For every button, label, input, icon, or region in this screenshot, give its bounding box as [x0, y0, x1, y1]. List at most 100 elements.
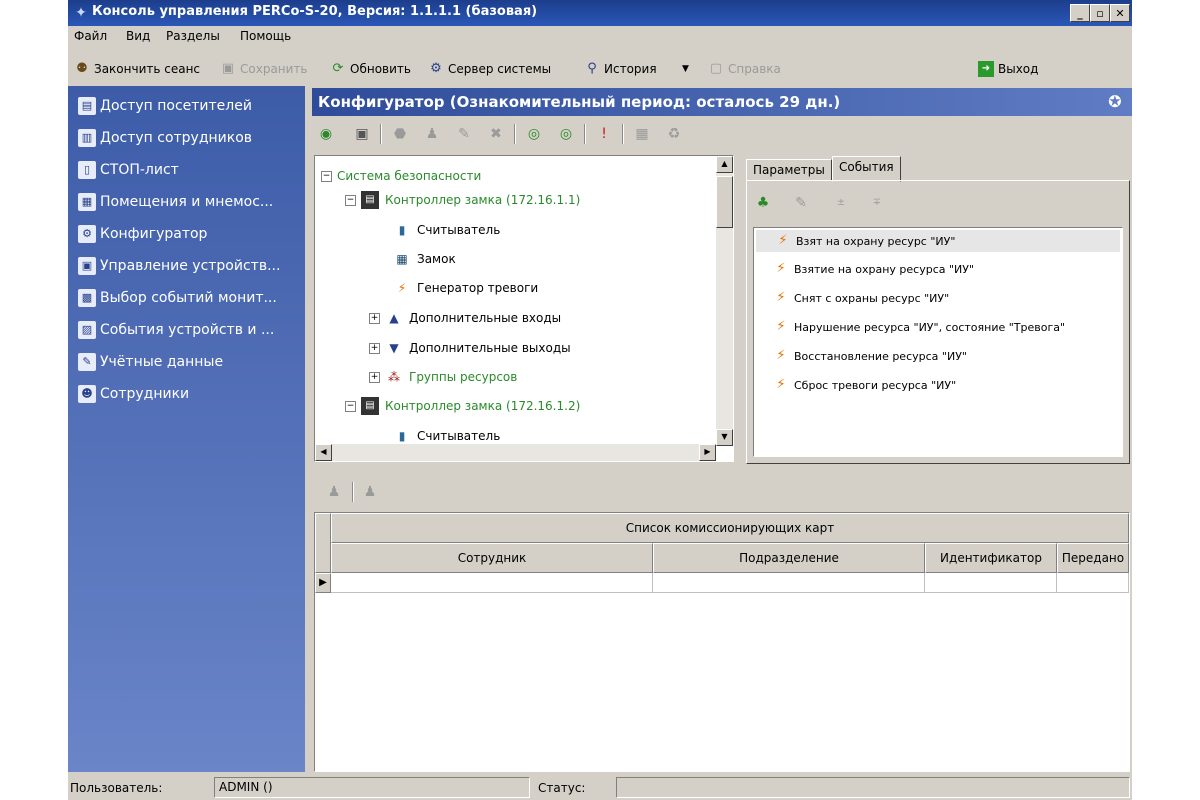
expand-icon[interactable]: +	[369, 312, 380, 324]
layout-icon[interactable]: ▦	[630, 122, 654, 146]
table-cell[interactable]	[653, 573, 925, 593]
alarm-event-icon: ⚡	[776, 319, 786, 334]
tree-node-reader[interactable]: ▮ Считыватель	[393, 220, 501, 240]
sidebar-item-device-events[interactable]: ▨ События устройств и ...	[78, 318, 274, 342]
move-down-icon[interactable]: ∓	[865, 191, 889, 215]
sidebar-item-credentials[interactable]: ✎ Учётные данные	[78, 350, 223, 374]
column-header-department[interactable]: Подразделение	[653, 543, 925, 573]
add-card-icon[interactable]: ♟	[322, 480, 346, 504]
list-item[interactable]: ⚡ Снят с охраны ресурс "ИУ"	[772, 287, 949, 309]
tree-node-reader[interactable]: ▮ Считыватель	[393, 426, 501, 446]
menu-view[interactable]: Вид	[126, 29, 150, 43]
help-button[interactable]: ▢ Справка	[708, 56, 781, 82]
tree-node-label: Контроллер замка (172.16.1.2)	[385, 399, 581, 413]
menu-help[interactable]: Помощь	[240, 29, 291, 43]
save-button[interactable]: ▣ Сохранить	[220, 56, 308, 82]
alarm-event-icon: ⚡	[776, 377, 786, 392]
collapse-icon[interactable]: −	[345, 194, 356, 206]
sidebar-item-device-control[interactable]: ▣ Управление устройств...	[78, 254, 280, 278]
user-value: ADMIN ()	[214, 777, 530, 798]
maximize-button[interactable]: ▫	[1090, 4, 1110, 22]
expand-icon[interactable]: +	[369, 342, 380, 354]
title-bar[interactable]: ✦ Консоль управления PERCo-S-20, Версия:…	[68, 0, 1132, 26]
event-label: Сброс тревоги ресурса "ИУ"	[794, 378, 957, 392]
sidebar-item-employees[interactable]: ☻ Сотрудники	[78, 382, 189, 406]
sidebar-item-rooms[interactable]: ▦ Помещения и мнемос...	[78, 190, 273, 214]
tree-node-extra-outputs[interactable]: + ▼ Дополнительные выходы	[369, 338, 571, 358]
history-button[interactable]: ⚲ История	[584, 56, 657, 82]
sidebar-item-label: Помещения и мнемос...	[100, 194, 274, 210]
sidebar-item-stop-list[interactable]: ▯ СТОП-лист	[78, 158, 179, 182]
history-dropdown[interactable]: ▼	[682, 56, 689, 82]
tree-node-controller[interactable]: − ▤ Контроллер замка (172.16.1.1)	[345, 190, 580, 210]
tab-parameters[interactable]: Параметры	[746, 159, 832, 181]
list-item[interactable]: ⚡ Нарушение ресурса "ИУ", состояние "Тре…	[772, 316, 1065, 338]
sidebar-item-employee-access[interactable]: ▥ Доступ сотрудников	[78, 126, 252, 150]
edit-icon[interactable]: ✎	[452, 122, 476, 146]
connect-icon[interactable]: ◉	[314, 122, 338, 146]
help-icon[interactable]: ✪	[1104, 92, 1126, 112]
tree-vertical-scrollbar[interactable]: ▲ ▼	[716, 156, 733, 446]
tree-node-lock[interactable]: ▦ Замок	[393, 249, 455, 269]
menu-sections[interactable]: Разделы	[166, 29, 220, 43]
alarm-event-icon: ⚡	[778, 233, 788, 248]
minimize-button[interactable]: _	[1070, 4, 1090, 22]
tab-events[interactable]: События	[832, 156, 901, 182]
scroll-up-icon[interactable]: ▲	[716, 156, 733, 173]
status-label: Статус:	[538, 781, 586, 795]
send-config-icon[interactable]: ◎	[554, 122, 578, 146]
sidebar-item-label: Конфигуратор	[100, 226, 208, 242]
table-cell[interactable]	[1057, 573, 1129, 593]
gear-icon: ⚙	[78, 225, 96, 243]
panel-header: Конфигуратор (Ознакомительный период: ос…	[312, 88, 1132, 116]
remove-card-icon[interactable]: ♟	[358, 480, 382, 504]
sidebar-item-configurator[interactable]: ⚙ Конфигуратор	[78, 222, 207, 246]
sidebar-item-visitor-access[interactable]: ▤ Доступ посетителей	[78, 94, 252, 118]
exit-button[interactable]: ➜ Выход	[978, 56, 1038, 82]
list-item[interactable]: ⚡ Восстановление ресурса "ИУ"	[772, 345, 967, 367]
scan-icon[interactable]: ▣	[350, 122, 374, 146]
system-server-button[interactable]: ⚙ Сервер системы	[428, 56, 551, 82]
tree-node-resource-groups[interactable]: + ⁂ Группы ресурсов	[369, 367, 517, 387]
column-header-identifier[interactable]: Идентификатор	[925, 543, 1057, 573]
sidebar-item-monitoring-events[interactable]: ▩ Выбор событий монит...	[78, 286, 277, 310]
add-event-icon[interactable]: ♣	[751, 191, 775, 215]
tree-horizontal-scrollbar[interactable]: ◀ ▶	[315, 444, 716, 461]
scroll-thumb[interactable]	[716, 176, 733, 228]
list-item[interactable]: ⚡ Сброс тревоги ресурса "ИУ"	[772, 374, 956, 396]
close-button[interactable]: ✕	[1110, 4, 1130, 22]
menu-file[interactable]: Файл	[74, 29, 107, 43]
edit-event-icon[interactable]: ✎	[789, 191, 813, 215]
scroll-left-icon[interactable]: ◀	[315, 444, 332, 461]
column-header-employee[interactable]: Сотрудник	[331, 543, 653, 573]
lock-device-icon: ▦	[396, 252, 408, 266]
tree-node-security-system[interactable]: − Система безопасности	[321, 166, 481, 186]
table-cell[interactable]	[925, 573, 1057, 593]
collapse-icon[interactable]: −	[321, 170, 332, 182]
add-child-icon[interactable]: ♟	[420, 122, 444, 146]
recycle-icon[interactable]: ♻	[662, 122, 686, 146]
scroll-down-icon[interactable]: ▼	[716, 429, 733, 446]
collapse-icon[interactable]: −	[345, 400, 356, 412]
tree-node-alarm-generator[interactable]: ⚡ Генератор тревоги	[393, 278, 538, 298]
alarm-icon[interactable]: !	[592, 122, 616, 146]
refresh-button[interactable]: ⟳ Обновить	[330, 56, 411, 82]
tree-node-extra-inputs[interactable]: + ▲ Дополнительные входы	[369, 308, 561, 328]
scroll-right-icon[interactable]: ▶	[699, 444, 716, 461]
tree-node-controller[interactable]: − ▤ Контроллер замка (172.16.1.2)	[345, 396, 580, 416]
add-icon[interactable]: ⬣	[388, 122, 412, 146]
accept-config-icon[interactable]: ◎	[522, 122, 546, 146]
delete-icon[interactable]: ✖	[484, 122, 508, 146]
list-item[interactable]: ⚡ Взят на охрану ресурс "ИУ"	[756, 230, 1120, 252]
device-control-icon: ▣	[78, 257, 96, 275]
history-label: История	[604, 62, 657, 76]
column-header-transferred[interactable]: Передано	[1057, 543, 1129, 573]
device-tree: − Система безопасности − ▤ Контроллер за…	[314, 155, 734, 462]
list-item[interactable]: ⚡ Взятие на охрану ресурса "ИУ"	[772, 258, 974, 280]
end-session-button[interactable]: ⚉ Закончить сеанс	[74, 56, 200, 82]
table-cell[interactable]	[331, 573, 653, 593]
sidebar-item-label: Сотрудники	[100, 386, 190, 402]
expand-icon[interactable]: +	[369, 371, 380, 383]
events-icon: ▨	[78, 321, 96, 339]
move-up-icon[interactable]: ±	[829, 191, 853, 215]
